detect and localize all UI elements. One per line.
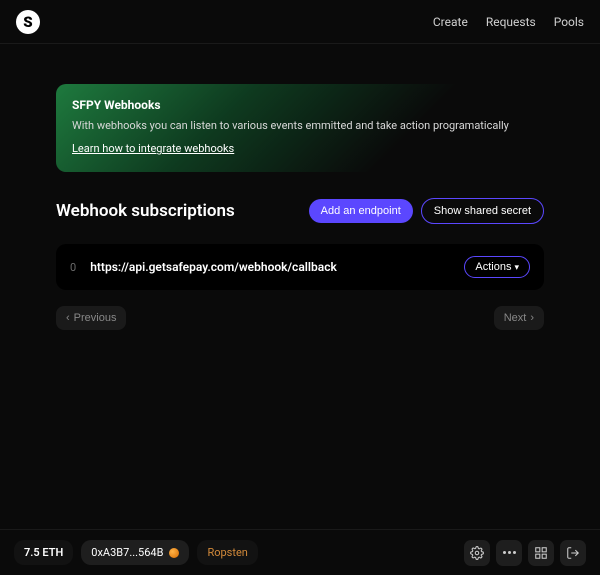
- row-url: https://api.getsafepay.com/webhook/callb…: [90, 260, 450, 274]
- more-icon: [503, 551, 516, 554]
- wallet-status-icon: [169, 548, 179, 558]
- network-name: Ropsten: [207, 546, 247, 559]
- webhook-row: 0 https://api.getsafepay.com/webhook/cal…: [56, 244, 544, 290]
- more-button[interactable]: [496, 540, 522, 566]
- top-nav: Create Requests Pools: [433, 15, 584, 29]
- logo-letter: S: [23, 13, 32, 31]
- balance-value: 7.5 ETH: [24, 546, 63, 559]
- logout-icon: [566, 546, 580, 560]
- next-label: Next: [504, 312, 527, 324]
- chevron-down-icon: ▾: [514, 262, 519, 273]
- gear-icon: [470, 546, 484, 560]
- banner-title: SFPY Webhooks: [72, 98, 528, 112]
- top-bar: S Create Requests Pools: [0, 0, 600, 44]
- section-header: Webhook subscriptions Add an endpoint Sh…: [56, 198, 544, 224]
- previous-button[interactable]: ‹ Previous: [56, 306, 126, 330]
- row-actions-button[interactable]: Actions ▾: [464, 256, 530, 278]
- network-pill[interactable]: Ropsten: [197, 540, 257, 565]
- next-button[interactable]: Next ›: [494, 306, 544, 330]
- banner-description: With webhooks you can listen to various …: [72, 118, 528, 133]
- bottom-bar: 7.5 ETH 0xA3B7...564B Ropsten: [0, 529, 600, 575]
- balance-pill[interactable]: 7.5 ETH: [14, 540, 73, 565]
- pagination: ‹ Previous Next ›: [56, 306, 544, 330]
- app-logo[interactable]: S: [16, 10, 40, 34]
- add-endpoint-button[interactable]: Add an endpoint: [309, 199, 413, 223]
- grid-icon: [534, 546, 548, 560]
- logout-button[interactable]: [560, 540, 586, 566]
- nav-create[interactable]: Create: [433, 15, 468, 29]
- chevron-left-icon: ‹: [66, 312, 70, 324]
- actions-label: Actions: [475, 261, 511, 273]
- chevron-right-icon: ›: [530, 312, 534, 324]
- nav-pools[interactable]: Pools: [554, 15, 584, 29]
- address-value: 0xA3B7...564B: [91, 546, 163, 559]
- show-shared-secret-button[interactable]: Show shared secret: [421, 198, 544, 224]
- webhooks-banner: SFPY Webhooks With webhooks you can list…: [56, 84, 544, 172]
- row-index: 0: [70, 261, 76, 274]
- address-pill[interactable]: 0xA3B7...564B: [81, 540, 189, 565]
- banner-learn-link[interactable]: Learn how to integrate webhooks: [72, 142, 234, 155]
- main-content: SFPY Webhooks With webhooks you can list…: [0, 44, 600, 330]
- bottom-actions: [464, 540, 586, 566]
- nav-requests[interactable]: Requests: [486, 15, 536, 29]
- settings-button[interactable]: [464, 540, 490, 566]
- previous-label: Previous: [74, 312, 117, 324]
- section-title: Webhook subscriptions: [56, 201, 301, 221]
- grid-button[interactable]: [528, 540, 554, 566]
